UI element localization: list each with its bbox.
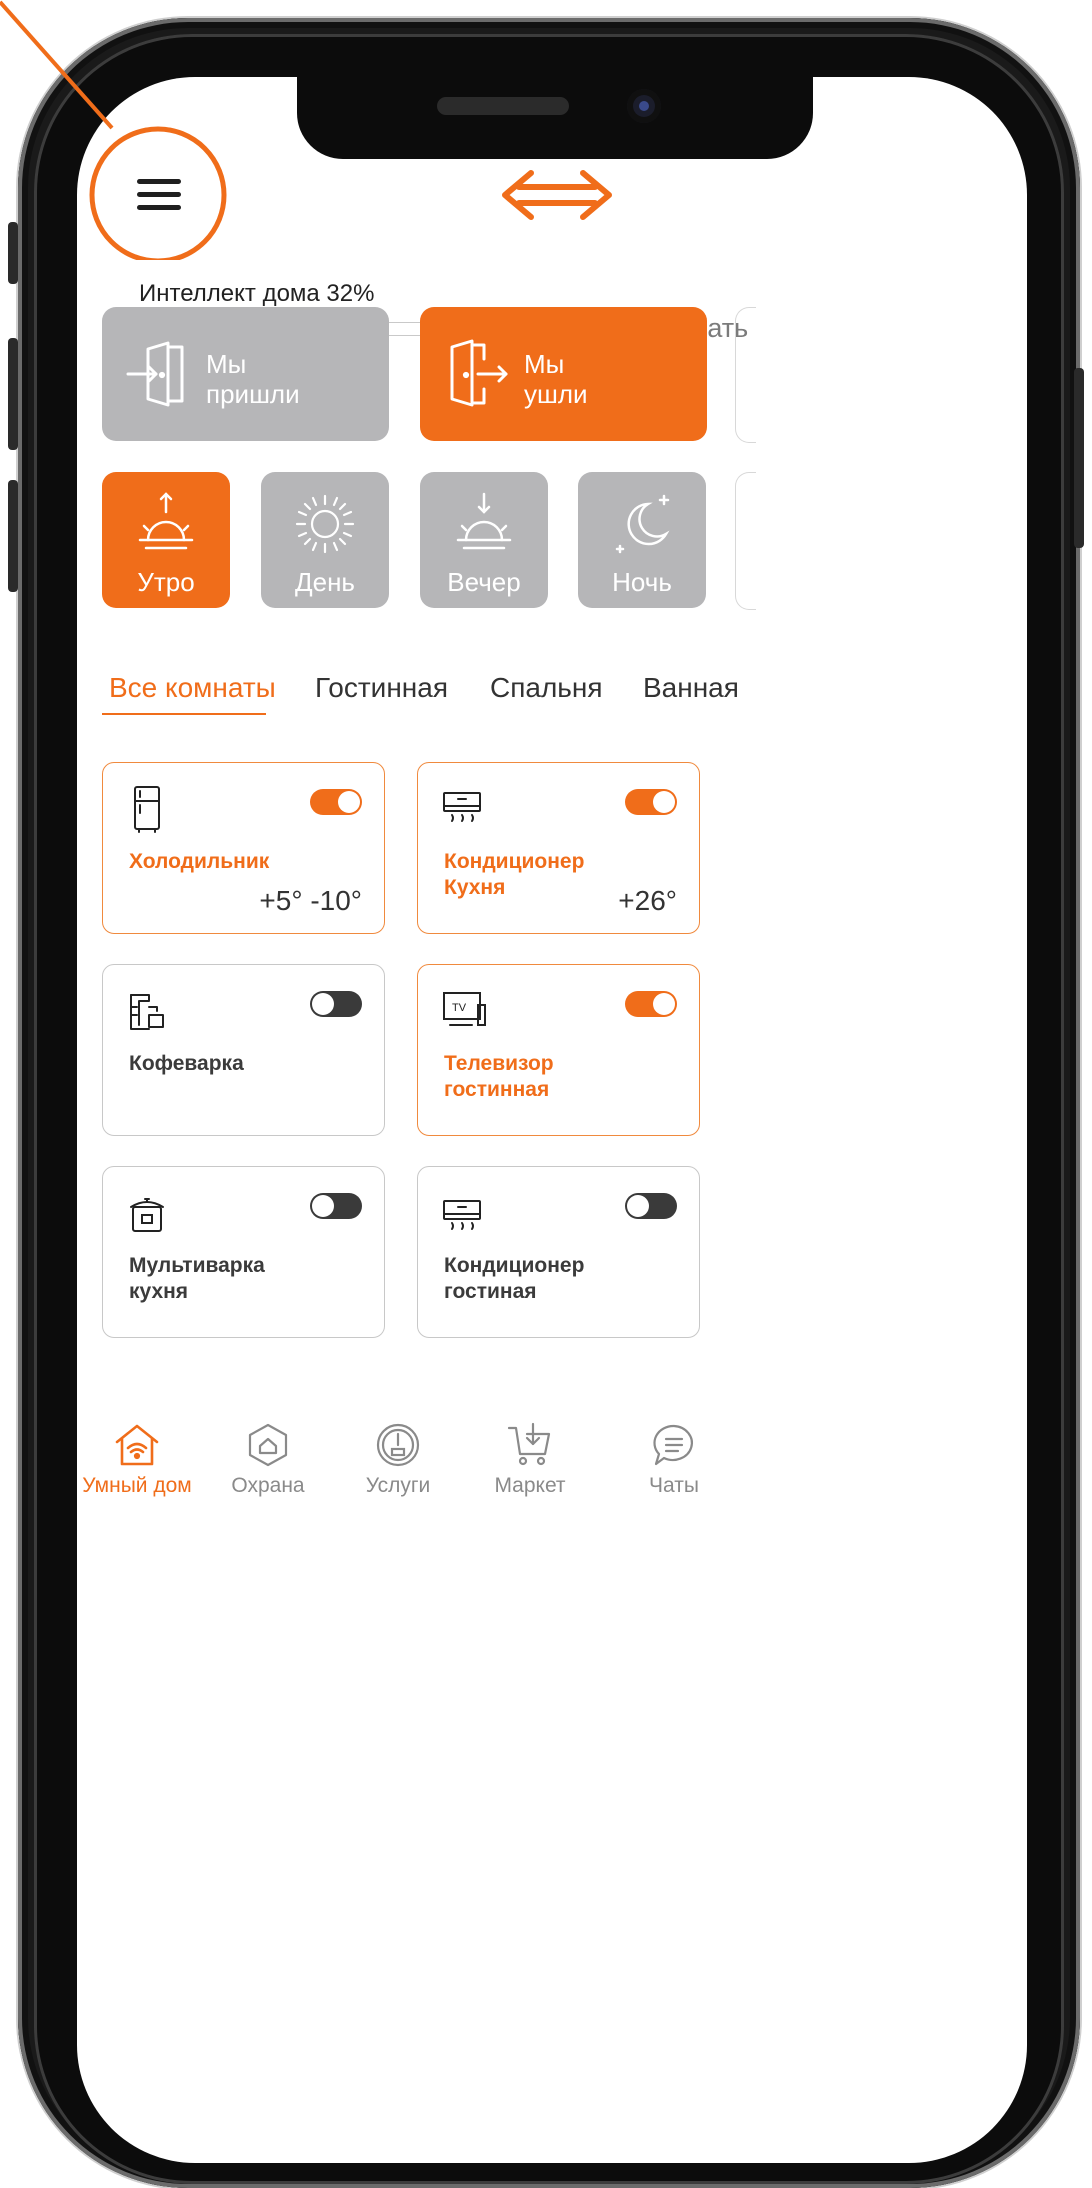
device-card-tv[interactable]: TV Телевизор гостинная xyxy=(417,964,700,1136)
tab-all-rooms[interactable]: Все комнаты xyxy=(109,672,276,704)
multicooker-icon xyxy=(130,1198,164,1232)
next-scenario-peek xyxy=(735,307,756,443)
time-label: День xyxy=(295,567,355,597)
power-button xyxy=(1074,368,1084,548)
time-label: Ночь xyxy=(612,567,672,597)
power-toggle[interactable] xyxy=(310,991,362,1017)
security-shield-icon xyxy=(248,1423,288,1467)
power-toggle[interactable] xyxy=(625,1193,677,1219)
device-name: Кондиционер гостиная xyxy=(444,1254,585,1303)
fridge-icon xyxy=(134,786,160,833)
device-temperature: +26° xyxy=(618,885,677,916)
tab-bathroom[interactable]: Ванная xyxy=(643,672,739,704)
nav-label: Умный дом xyxy=(82,1474,192,1497)
sunset-icon xyxy=(456,492,512,550)
time-morning[interactable]: Утро xyxy=(102,472,230,608)
double-arrow-logo-icon xyxy=(502,170,612,220)
scenario-we-came[interactable]: Мы пришли xyxy=(102,307,389,441)
air-conditioner-icon xyxy=(443,1200,481,1230)
device-card-multicooker[interactable]: Мультиварка кухня xyxy=(102,1166,385,1338)
services-gauge-icon xyxy=(376,1423,420,1467)
sun-icon xyxy=(295,494,355,554)
time-day[interactable]: День xyxy=(261,472,389,608)
device-card-ac-living-room[interactable]: Кондиционер гостиная xyxy=(417,1166,700,1338)
tv-icon: TV xyxy=(443,992,486,1026)
hamburger-menu-icon[interactable] xyxy=(131,173,187,213)
time-label: Вечер xyxy=(447,567,521,597)
nav-chats[interactable]: Чаты xyxy=(609,1422,739,1498)
svg-text:TV: TV xyxy=(452,1002,467,1014)
nav-security[interactable]: Охрана xyxy=(203,1422,333,1498)
nav-services[interactable]: Услуги xyxy=(333,1422,463,1498)
active-tab-underline xyxy=(102,713,266,715)
app-screen: Интеллект дома 32% Прокачать Мы пришли xyxy=(77,77,1027,2163)
time-evening[interactable]: Вечер xyxy=(420,472,548,608)
device-card-ac-kitchen[interactable]: Кондиционер Кухня +26° xyxy=(417,762,700,934)
nav-label: Маркет xyxy=(494,1474,566,1497)
device-card-coffee-maker[interactable]: Кофеварка xyxy=(102,964,385,1136)
front-camera xyxy=(627,89,661,123)
time-night[interactable]: Ночь xyxy=(578,472,706,608)
scenario-label: Мы ушли xyxy=(524,349,588,409)
mute-switch xyxy=(8,222,18,284)
nav-label: Услуги xyxy=(365,1474,431,1497)
moon-icon xyxy=(615,494,670,554)
coffee-maker-icon xyxy=(130,994,164,1030)
time-label: Утро xyxy=(137,567,195,597)
air-conditioner-icon xyxy=(443,792,481,822)
nav-label: Охрана xyxy=(231,1474,305,1497)
speaker-grille xyxy=(437,97,569,115)
power-toggle[interactable] xyxy=(625,991,677,1017)
device-name: Кондиционер Кухня xyxy=(444,850,585,899)
intellect-label: Интеллект дома 32% xyxy=(139,280,375,307)
power-toggle[interactable] xyxy=(310,789,362,815)
smart-home-icon xyxy=(115,1424,159,1466)
scenario-label: Мы пришли xyxy=(206,349,300,409)
nav-smart-home[interactable]: Умный дом xyxy=(77,1422,202,1498)
device-name: Холодильник xyxy=(129,850,270,873)
cart-icon xyxy=(507,1422,551,1466)
device-name: Кофеварка xyxy=(129,1052,244,1075)
chat-icon xyxy=(653,1424,693,1466)
power-toggle[interactable] xyxy=(625,789,677,815)
volume-down-button xyxy=(8,480,18,592)
device-name: Телевизор гостинная xyxy=(444,1052,554,1101)
device-temperature: +5° -10° xyxy=(259,885,362,916)
next-time-peek xyxy=(735,472,756,610)
device-name: Мультиварка кухня xyxy=(129,1254,265,1303)
notch xyxy=(297,77,813,159)
nav-label: Чаты xyxy=(649,1474,699,1497)
power-toggle[interactable] xyxy=(310,1193,362,1219)
volume-up-button xyxy=(8,338,18,450)
device-card-fridge[interactable]: Холодильник +5° -10° xyxy=(102,762,385,934)
scenario-we-left[interactable]: Мы ушли xyxy=(420,307,707,441)
door-exit-icon xyxy=(450,339,508,407)
sunrise-icon xyxy=(138,492,194,550)
nav-market[interactable]: Маркет xyxy=(465,1422,595,1498)
door-enter-icon xyxy=(126,341,184,407)
tab-bedroom[interactable]: Спальня xyxy=(490,672,603,704)
tab-living-room[interactable]: Гостинная xyxy=(315,672,448,704)
